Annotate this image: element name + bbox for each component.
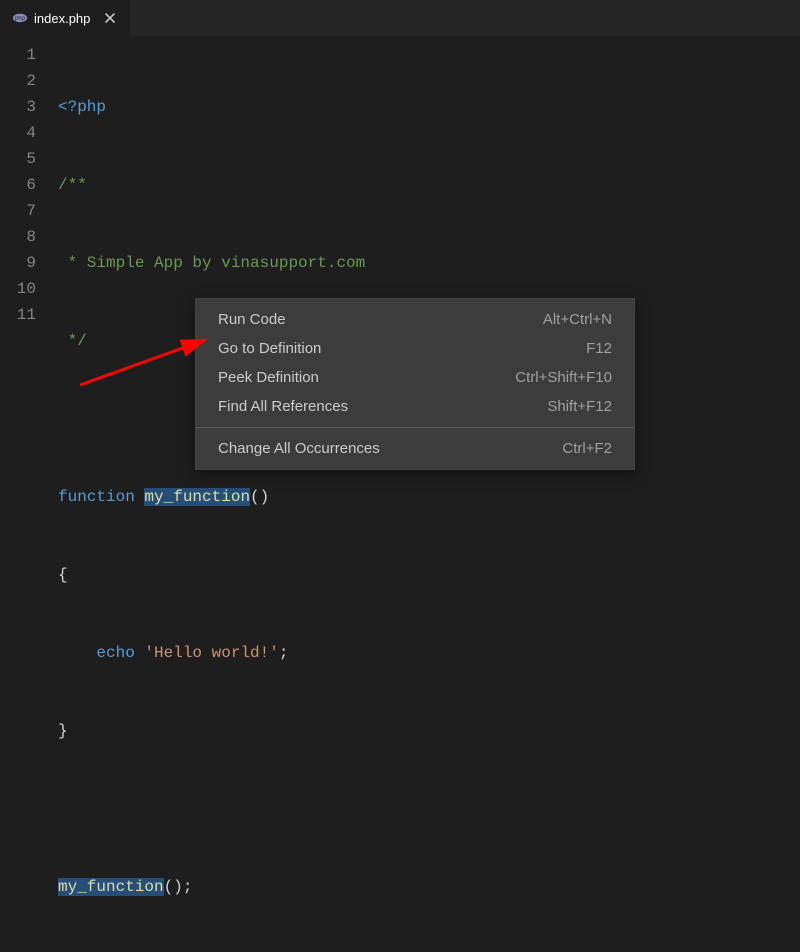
line-number: 9 <box>0 250 36 276</box>
menu-shortcut: Alt+Ctrl+N <box>543 311 612 328</box>
semicolon: ; <box>279 644 289 662</box>
comment: * Simple App by vinasupport.com <box>58 254 365 272</box>
line-number: 10 <box>0 276 36 302</box>
menu-shortcut: Ctrl+F2 <box>562 440 612 457</box>
menu-label: Find All References <box>218 398 348 415</box>
line-number: 1 <box>0 42 36 68</box>
php-open-tag: <?php <box>58 98 106 116</box>
line-number: 6 <box>0 172 36 198</box>
menu-shortcut: Shift+F12 <box>547 398 612 415</box>
tab-label: index.php <box>34 11 90 26</box>
paren: (); <box>164 878 193 896</box>
menu-shortcut: Ctrl+Shift+F10 <box>515 369 612 386</box>
close-icon[interactable] <box>102 10 118 26</box>
menu-label: Change All Occurrences <box>218 440 380 457</box>
keyword-function: function <box>58 488 135 506</box>
brace-open: { <box>58 566 68 584</box>
comment: */ <box>58 332 87 350</box>
line-number: 11 <box>0 302 36 328</box>
menu-label: Peek Definition <box>218 369 319 386</box>
tab-index-php[interactable]: php index.php <box>0 0 131 36</box>
paren: () <box>250 488 269 506</box>
line-number: 4 <box>0 120 36 146</box>
menu-find-all-references[interactable]: Find All References Shift+F12 <box>196 392 634 421</box>
menu-change-all-occurrences[interactable]: Change All Occurrences Ctrl+F2 <box>196 434 634 463</box>
menu-separator <box>196 427 634 428</box>
php-file-icon: php <box>12 10 28 26</box>
line-number: 2 <box>0 68 36 94</box>
line-number: 5 <box>0 146 36 172</box>
line-number: 3 <box>0 94 36 120</box>
menu-label: Run Code <box>218 311 286 328</box>
brace-close: } <box>58 722 68 740</box>
string-literal: 'Hello world!' <box>144 644 278 662</box>
menu-peek-definition[interactable]: Peek Definition Ctrl+Shift+F10 <box>196 363 634 392</box>
comment: /** <box>58 176 87 194</box>
line-number: 8 <box>0 224 36 250</box>
function-call: my_function <box>58 878 164 896</box>
line-number: 7 <box>0 198 36 224</box>
menu-shortcut: F12 <box>586 340 612 357</box>
menu-go-to-definition[interactable]: Go to Definition F12 <box>196 334 634 363</box>
line-number-gutter: 1 2 3 4 5 6 7 8 9 10 11 <box>0 36 50 500</box>
tab-bar: php index.php <box>0 0 800 36</box>
svg-text:php: php <box>15 16 26 22</box>
context-menu: Run Code Alt+Ctrl+N Go to Definition F12… <box>195 298 635 470</box>
menu-label: Go to Definition <box>218 340 321 357</box>
keyword-echo: echo <box>96 644 134 662</box>
function-name-def: my_function <box>144 488 250 506</box>
menu-run-code[interactable]: Run Code Alt+Ctrl+N <box>196 305 634 334</box>
